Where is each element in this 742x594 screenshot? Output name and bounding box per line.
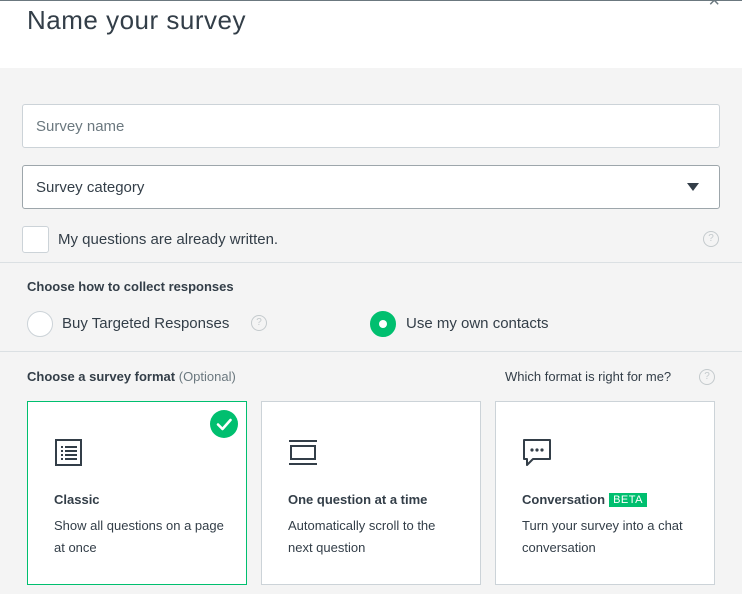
survey-name-field[interactable] (22, 104, 720, 148)
survey-name-input[interactable] (36, 117, 706, 135)
card-description: Show all questions on a page at once (54, 518, 224, 555)
caret-down-icon (687, 183, 699, 191)
own-contacts-label[interactable]: Use my own contacts (406, 315, 549, 332)
card-title: One question at a time (288, 492, 428, 507)
questions-written-checkbox[interactable] (22, 226, 49, 253)
optional-label: (Optional) (178, 369, 236, 384)
survey-category-select[interactable]: Survey category (22, 165, 720, 209)
buy-targeted-label[interactable]: Buy Targeted Responses (62, 315, 229, 332)
help-icon[interactable]: ? (703, 231, 719, 247)
format-heading-text: Choose a survey format (27, 369, 176, 384)
scroll-frame-icon (288, 438, 318, 468)
format-heading: Choose a survey format (Optional) (27, 369, 236, 384)
card-title: Classic (54, 492, 100, 507)
format-card-one-question[interactable]: One question at a time Automatically scr… (261, 401, 481, 585)
card-description: Turn your survey into a chat conversatio… (522, 518, 683, 555)
close-icon[interactable]: × (708, 0, 720, 11)
help-icon[interactable]: ? (251, 315, 267, 331)
beta-badge: BETA (609, 493, 647, 507)
collect-heading: Choose how to collect responses (27, 279, 234, 294)
list-document-icon (54, 438, 84, 468)
modal-header: Name your survey × (0, 0, 742, 68)
buy-targeted-radio[interactable] (27, 311, 53, 337)
checkmark-icon (210, 410, 238, 438)
format-help-link[interactable]: Which format is right for me? (505, 369, 671, 384)
page-title: Name your survey (27, 5, 246, 35)
own-contacts-radio[interactable] (370, 311, 396, 337)
card-title-text: Conversation (522, 492, 606, 507)
card-description: Automatically scroll to the next questio… (288, 518, 436, 555)
chat-bubble-icon (522, 438, 552, 468)
help-icon[interactable]: ? (699, 369, 715, 385)
card-title: Conversation BETA (522, 492, 647, 507)
section-divider (0, 262, 742, 263)
questions-written-label[interactable]: My questions are already written. (58, 231, 278, 248)
modal-body: Survey category My questions are already… (0, 68, 742, 594)
format-card-conversation[interactable]: Conversation BETA Turn your survey into a… (495, 401, 715, 585)
format-card-classic[interactable]: Classic Show all questions on a page at … (27, 401, 247, 585)
survey-category-value: Survey category (36, 178, 145, 196)
section-divider (0, 351, 742, 352)
